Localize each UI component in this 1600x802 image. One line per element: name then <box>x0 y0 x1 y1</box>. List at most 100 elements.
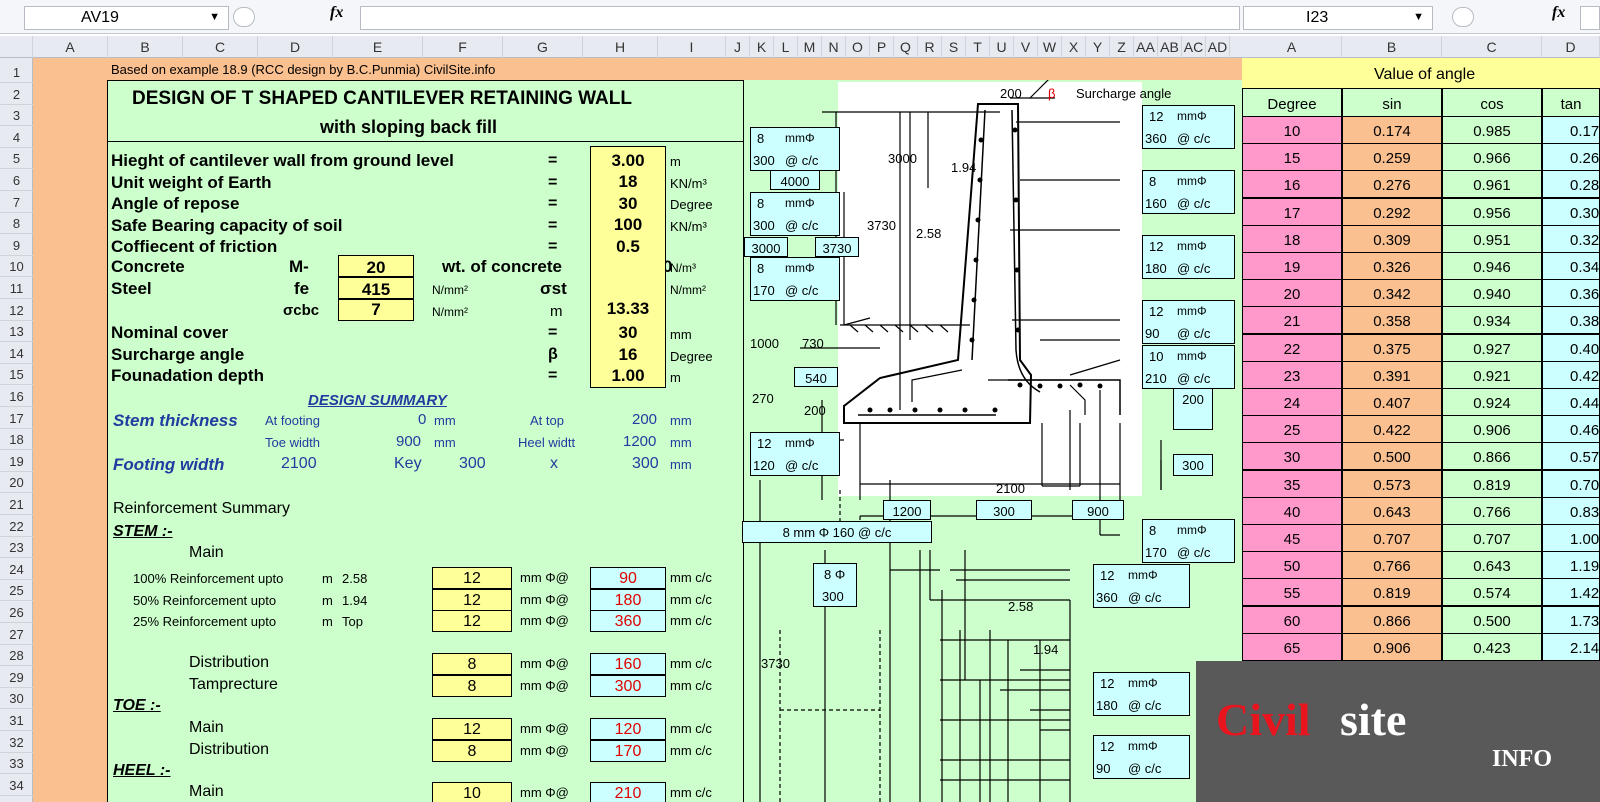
row-header-6[interactable]: 6 <box>0 170 33 191</box>
trig-cell-tan[interactable]: 0.83 <box>1542 496 1600 525</box>
trig-cell-tan[interactable]: 0.57 <box>1542 442 1600 471</box>
column-header-AD[interactable]: AD <box>1206 36 1230 58</box>
trig-cell-sin[interactable]: 0.766 <box>1342 551 1442 580</box>
column-header-N[interactable]: N <box>822 36 846 58</box>
row-header-14[interactable]: 14 <box>0 343 33 364</box>
row-header-13[interactable]: 13 <box>0 321 33 343</box>
trig-cell-cos[interactable]: 0.951 <box>1442 224 1542 253</box>
row-header-27[interactable]: 27 <box>0 624 33 645</box>
trig-cell-sin[interactable]: 0.422 <box>1342 415 1442 444</box>
stem-row-2-dia[interactable]: 12 <box>432 610 512 632</box>
trig-cell-deg[interactable]: 45 <box>1242 524 1342 552</box>
trig-cell-sin[interactable]: 0.259 <box>1342 143 1442 172</box>
trig-cell-tan[interactable]: 2.14 <box>1542 632 1600 661</box>
trig-cell-deg[interactable]: 40 <box>1242 496 1342 525</box>
trig-cell-sin[interactable]: 0.643 <box>1342 496 1442 525</box>
column-header-A[interactable]: A <box>33 36 108 58</box>
distribution-spacing[interactable]: 160 <box>590 653 666 675</box>
input-value[interactable]: 1.00 <box>592 367 664 384</box>
fx-icon[interactable]: fx <box>330 4 343 22</box>
trig-cell-deg[interactable]: 50 <box>1242 551 1342 580</box>
trig-cell-deg[interactable]: 19 <box>1242 252 1342 280</box>
column-header-AB[interactable]: AB <box>1158 36 1182 58</box>
trig-cell-deg[interactable]: 17 <box>1242 197 1342 226</box>
trig-cell-cos[interactable]: 0.906 <box>1442 415 1542 444</box>
column-header-U[interactable]: U <box>990 36 1014 58</box>
input-value[interactable]: 30 <box>592 324 664 341</box>
row-header-29[interactable]: 29 <box>0 667 33 688</box>
scbc-value[interactable]: 7 <box>338 299 414 321</box>
column-header-Z[interactable]: Z <box>1110 36 1134 58</box>
trig-cell-deg[interactable]: 22 <box>1242 333 1342 362</box>
row-header-16[interactable]: 16 <box>0 386 33 407</box>
row-header-26[interactable]: 26 <box>0 602 33 623</box>
column-header-L[interactable]: L <box>774 36 798 58</box>
trig-cell-tan[interactable]: 1.42 <box>1542 578 1600 607</box>
trig-cell-sin[interactable]: 0.906 <box>1342 632 1442 661</box>
formula-input[interactable] <box>360 6 1240 30</box>
row-header-11[interactable]: 11 <box>0 278 33 299</box>
row-header-15[interactable]: 15 <box>0 364 33 386</box>
stem-row-1-dia[interactable]: 12 <box>432 588 512 611</box>
row-header-32[interactable]: 32 <box>0 732 33 753</box>
toe-main-spacing[interactable]: 120 <box>590 718 666 740</box>
name-box-right[interactable]: I23 ▼ <box>1243 6 1433 30</box>
row-header-31[interactable]: 31 <box>0 710 33 731</box>
trig-cell-sin[interactable]: 0.174 <box>1342 116 1442 144</box>
trig-cell-cos[interactable]: 0.423 <box>1442 632 1542 661</box>
row-header-3[interactable]: 3 <box>0 105 33 127</box>
row-header-34[interactable]: 34 <box>0 775 33 796</box>
distribution-dia[interactable]: 8 <box>432 653 512 675</box>
name-box[interactable]: AV19 ▼ <box>24 6 229 30</box>
trig-cell-deg[interactable]: 65 <box>1242 632 1342 661</box>
stem-row-0-dia[interactable]: 12 <box>432 567 512 589</box>
row-header-28[interactable]: 28 <box>0 645 33 667</box>
row-header-8[interactable]: 8 <box>0 213 33 235</box>
trig-cell-sin[interactable]: 0.326 <box>1342 252 1442 280</box>
column-header-right-D[interactable]: D <box>1542 36 1600 58</box>
trig-cell-tan[interactable]: 0.44 <box>1542 388 1600 416</box>
trig-cell-tan[interactable]: 0.26 <box>1542 143 1600 172</box>
name-box-right-dropdown-icon[interactable]: ▼ <box>1413 11 1424 23</box>
column-header-right-A[interactable]: A <box>1242 36 1342 58</box>
trig-cell-sin[interactable]: 0.391 <box>1342 360 1442 389</box>
column-header-J[interactable]: J <box>726 36 750 58</box>
trig-cell-sin[interactable]: 0.573 <box>1342 469 1442 498</box>
trig-cell-sin[interactable]: 0.276 <box>1342 170 1442 199</box>
input-value[interactable]: 30 <box>592 195 664 212</box>
row-header-25[interactable]: 25 <box>0 580 33 602</box>
trig-cell-cos[interactable]: 0.707 <box>1442 524 1542 552</box>
trig-cell-cos[interactable]: 0.985 <box>1442 116 1542 144</box>
trig-cell-cos[interactable]: 0.866 <box>1442 442 1542 471</box>
expand-icon[interactable] <box>233 7 255 27</box>
row-header-5[interactable]: 5 <box>0 148 33 170</box>
row-header-2[interactable]: 2 <box>0 84 33 105</box>
trig-cell-sin[interactable]: 0.707 <box>1342 524 1442 552</box>
column-header-F[interactable]: F <box>423 36 503 58</box>
row-header-9[interactable]: 9 <box>0 235 33 256</box>
trig-cell-deg[interactable]: 21 <box>1242 306 1342 335</box>
trig-cell-tan[interactable]: 0.40 <box>1542 333 1600 362</box>
input-value[interactable]: 18 <box>592 173 664 190</box>
trig-cell-cos[interactable]: 0.934 <box>1442 306 1542 335</box>
column-header-D[interactable]: D <box>258 36 333 58</box>
row-header-7[interactable]: 7 <box>0 192 33 213</box>
trig-cell-tan[interactable]: 0.70 <box>1542 469 1600 498</box>
trig-cell-deg[interactable]: 30 <box>1242 442 1342 471</box>
column-header-M[interactable]: M <box>798 36 822 58</box>
heel-main-dia[interactable]: 10 <box>432 782 512 802</box>
formula-input-right[interactable] <box>1580 6 1600 30</box>
row-header-22[interactable]: 22 <box>0 516 33 537</box>
column-header-AA[interactable]: AA <box>1134 36 1158 58</box>
trig-cell-deg[interactable]: 20 <box>1242 279 1342 308</box>
trig-cell-deg[interactable]: 10 <box>1242 116 1342 144</box>
row-header-21[interactable]: 21 <box>0 494 33 515</box>
trig-cell-tan[interactable]: 0.30 <box>1542 197 1600 226</box>
trig-cell-cos[interactable]: 0.956 <box>1442 197 1542 226</box>
trig-cell-deg[interactable]: 55 <box>1242 578 1342 607</box>
input-value[interactable]: 100 <box>592 216 664 233</box>
trig-cell-sin[interactable]: 0.500 <box>1342 442 1442 471</box>
row-header-20[interactable]: 20 <box>0 472 33 494</box>
row-header-1[interactable]: 1 <box>0 62 33 83</box>
row-header-24[interactable]: 24 <box>0 559 33 580</box>
